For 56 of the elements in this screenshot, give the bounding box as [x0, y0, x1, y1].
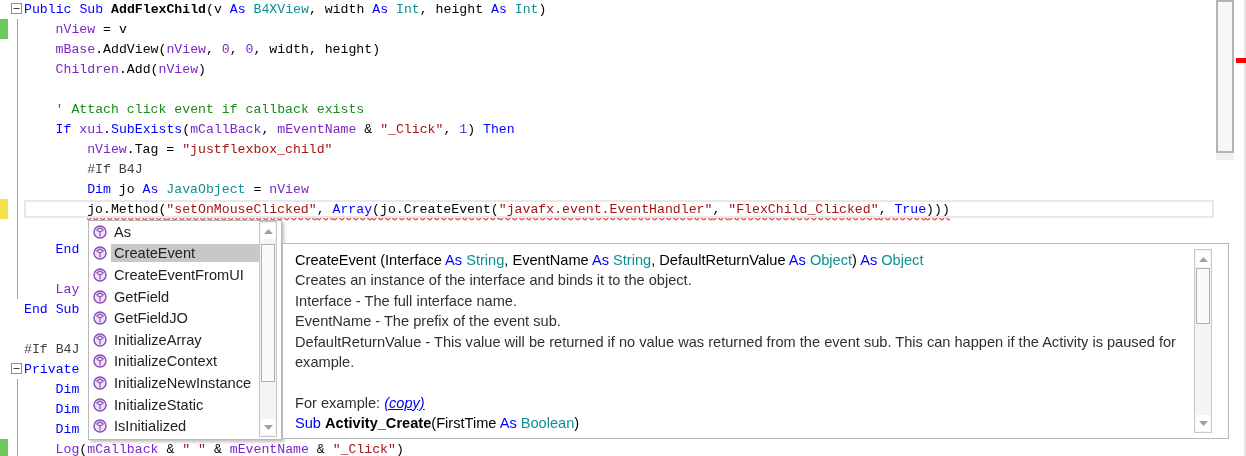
method-icon	[93, 375, 107, 390]
scroll-down-icon[interactable]	[261, 419, 275, 435]
completion-item[interactable]: As	[111, 222, 259, 241]
description-text: Interface - The full interface name.	[295, 291, 517, 311]
method-icon	[93, 419, 107, 434]
method-icon	[93, 332, 107, 347]
example-code-line: Sub Activity_Create(FirstTime As Boolean)	[295, 414, 580, 434]
description-text: Creates an instance of the interface and binds it to the object.	[295, 271, 692, 291]
code-line: nView.Tag = "justflexbox_child"	[87, 141, 333, 157]
method-signature: CreateEvent (Interface As String, EventName As String, DefaultReturnValue As Object) As Object	[295, 251, 924, 270]
code-line: End Sub	[24, 301, 80, 317]
scroll-up-icon[interactable]	[1196, 251, 1210, 267]
copy-link[interactable]: (copy)	[384, 392, 425, 414]
code-line: If xui.SubExists(mCallBack, mEventName & "_Click", 1) Then	[55, 121, 515, 137]
completion-item[interactable]: InitializeContext	[111, 352, 259, 371]
code-line: #If B4J	[87, 161, 143, 177]
code-line: Dim	[55, 421, 80, 437]
code-line: nView = v	[55, 21, 127, 37]
code-line: Public Sub AddFlexChild(v As B4XView, width As Int, height As Int)	[24, 1, 547, 17]
completion-item[interactable]: IsInitialized	[111, 417, 259, 436]
completion-item[interactable]: GetFieldJO	[111, 309, 259, 328]
code-line: End	[55, 241, 80, 257]
code-line: Dim	[55, 381, 80, 397]
code-line: mBase.AddView(nView, 0, 0, width, height)	[55, 41, 381, 57]
code-line: jo.Method("setOnMouseClicked", Array(jo.CreateEvent("javafx.event.EventHandler", "FlexChild_Clicked", True)))	[87, 201, 950, 217]
code-line: Dim jo As JavaObject = nView	[87, 181, 309, 197]
method-icon	[93, 289, 107, 304]
code-line: Lay	[55, 281, 80, 297]
code-line: Dim	[55, 401, 80, 417]
description-text: DefaultReturnValue - This value will be returned if no value was returned from the event sub. This can happen if the Activity is paused for example.	[295, 332, 1177, 373]
code-line: Log(mCallback & " " & mEventName & "_Click")	[55, 441, 404, 456]
method-icon	[93, 246, 107, 261]
scroll-down-icon[interactable]	[1196, 415, 1210, 431]
method-icon	[93, 311, 107, 326]
completion-item[interactable]: GetField	[111, 287, 259, 306]
code-line: Private	[24, 361, 80, 377]
scrollbar-thumb[interactable]	[1196, 268, 1210, 324]
description-text: EventName - The prefix of the event sub.	[295, 312, 561, 332]
collapse-icon[interactable]	[11, 3, 22, 14]
completion-item[interactable]: InitializeStatic	[111, 395, 259, 414]
scrollbar-thumb[interactable]	[261, 244, 275, 382]
completion-item[interactable]: CreateEventFromUI	[111, 266, 259, 284]
scroll-up-icon[interactable]	[261, 223, 275, 239]
method-icon	[93, 354, 107, 369]
error-marker	[1236, 58, 1246, 63]
method-icon	[93, 397, 107, 412]
code-line: Children.Add(nView)	[55, 61, 206, 77]
code-line: ' Attach click event if callback exists	[55, 101, 365, 117]
collapse-icon[interactable]	[11, 363, 22, 374]
completion-item[interactable]: CreateEvent	[111, 244, 259, 263]
method-icon	[93, 268, 107, 282]
code-line: #If B4J	[24, 341, 80, 357]
method-icon	[93, 224, 107, 239]
completion-item[interactable]: InitializeArray	[111, 330, 259, 349]
example-label: For example:	[295, 393, 381, 413]
completion-item[interactable]: InitializeNewInstance	[111, 373, 259, 392]
